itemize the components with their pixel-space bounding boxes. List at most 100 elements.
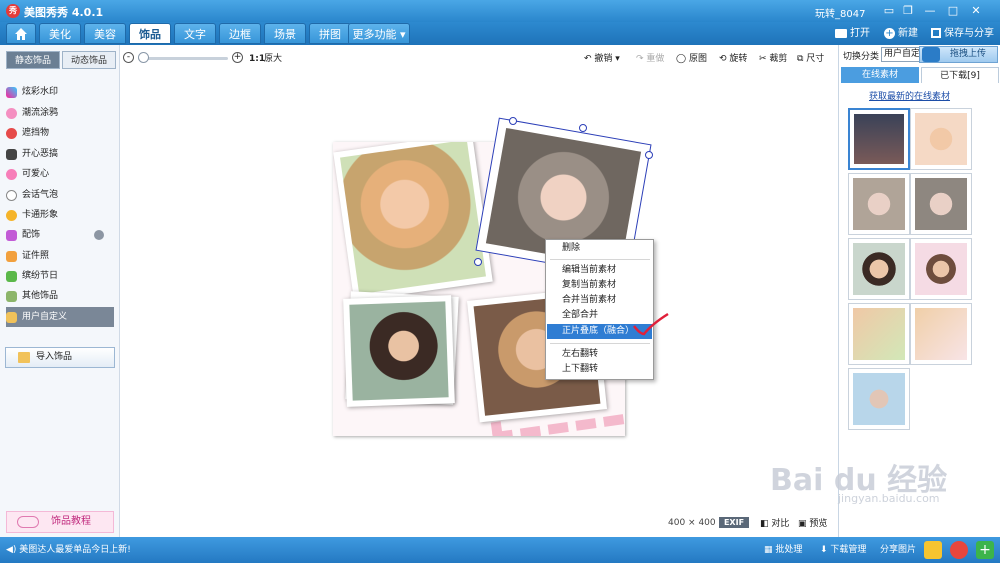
photo-sticker-brunette[interactable] (343, 295, 455, 407)
category-item-user-defined[interactable]: 用户自定义 (6, 307, 114, 327)
category-item[interactable]: 缤纷节日 (6, 266, 114, 286)
material-thumbnail[interactable] (848, 368, 910, 430)
announcement[interactable]: ◀) 美图达人最爱单品今日上新! (6, 543, 131, 557)
drag-upload-button[interactable]: 拖拽上传 (919, 46, 998, 63)
tab-border[interactable]: 边框 (219, 23, 261, 44)
thumbnail-image (915, 308, 967, 360)
compare-label: 对比 (771, 519, 790, 529)
close-button[interactable]: ✕ (968, 3, 984, 18)
category-item[interactable]: 卡通形象 (6, 205, 114, 225)
user-name[interactable]: 玩转_8047 (815, 5, 865, 20)
new-button[interactable]: + 新建 (884, 25, 928, 42)
category-item[interactable]: 可爱心 (6, 164, 114, 184)
tab-face[interactable]: 美容 (84, 23, 126, 44)
rotate-handle[interactable] (579, 124, 587, 132)
resize-handle[interactable] (474, 258, 482, 266)
resize-handle[interactable] (645, 151, 653, 159)
redo-button[interactable]: ↷ 重做 (636, 50, 664, 68)
menu-item-flip-horizontal[interactable]: 左右翻转 (547, 347, 652, 362)
original-image-button[interactable]: ◯ 原图 (676, 50, 707, 68)
minimize-button[interactable]: — (922, 3, 938, 18)
menu-item-flip-vertical[interactable]: 上下翻转 (547, 362, 652, 377)
save-share-button[interactable]: 保存与分享 (931, 25, 997, 42)
app-title: 美图秀秀 4.0.1 (24, 6, 104, 19)
undo-button[interactable]: ↶ 撤销 ▾ (584, 50, 620, 68)
photo-sticker-blonde[interactable] (333, 142, 493, 302)
zoom-out-icon[interactable]: - (123, 52, 134, 63)
category-item[interactable]: 遮挡物 (6, 123, 114, 143)
tab-static-accessories[interactable]: 静态饰品 (6, 51, 60, 69)
resize-button[interactable]: ⧉ 尺寸 (797, 50, 824, 68)
category-label: 证件照 (22, 251, 50, 261)
accessory-tutorial-button[interactable]: 饰品教程 (6, 511, 114, 533)
heart-icon (6, 169, 17, 180)
category-label: 配饰 (22, 230, 41, 240)
tab-accessories[interactable]: 饰品 (129, 23, 171, 44)
tab-downloaded[interactable]: 已下载[9] (921, 67, 999, 83)
thumbnail-image (853, 308, 905, 360)
zoom-actual-button[interactable]: 1:1 (249, 50, 265, 68)
download-manager-button[interactable]: ⬇ 下载管理 (820, 543, 866, 557)
batch-process-button[interactable]: ▦ 批处理 (764, 543, 802, 557)
material-thumbnail[interactable] (848, 108, 910, 170)
material-thumbnail[interactable] (848, 238, 910, 300)
category-item[interactable]: 会话气泡 (6, 185, 114, 205)
material-thumbnail[interactable] (848, 303, 910, 365)
watermark-icon (6, 87, 17, 98)
category-label: 会话气泡 (22, 190, 59, 200)
crop-button[interactable]: ✂ 裁剪 (759, 50, 787, 68)
bow-icon (6, 230, 17, 241)
menu-item-merge-current[interactable]: 合并当前素材 (547, 293, 652, 308)
category-item[interactable]: 其他饰品 (6, 286, 114, 306)
menu-item-copy-current[interactable]: 复制当前素材 (547, 278, 652, 293)
weibo-icon[interactable] (950, 541, 968, 559)
import-icon (18, 352, 30, 363)
zoom-slider-handle[interactable] (138, 52, 149, 63)
zoom-original-label[interactable]: 原大 (264, 50, 282, 68)
tab-animated-accessories[interactable]: 动态饰品 (62, 51, 116, 69)
tab-collage[interactable]: 拼图 (309, 23, 351, 44)
tab-beautify[interactable]: 美化 (39, 23, 81, 44)
category-item[interactable]: 证件照 (6, 246, 114, 266)
category-label: 开心恶搞 (22, 149, 59, 159)
category-item[interactable]: 潮流涂鸦 (6, 103, 114, 123)
menu-item-edit-current[interactable]: 编辑当前素材 (547, 263, 652, 278)
compare-button[interactable]: ◧ 对比 (760, 516, 789, 529)
category-item[interactable]: 炫彩水印 (6, 82, 114, 102)
tab-more-features[interactable]: 更多功能 ▾ (348, 23, 410, 44)
material-thumbnail[interactable] (910, 173, 972, 235)
import-accessory-button[interactable]: 导入饰品 (5, 347, 115, 368)
tab-scene[interactable]: 场景 (264, 23, 306, 44)
fetch-latest-link[interactable]: 获取最新的在线素材 (869, 89, 950, 102)
add-share-icon[interactable]: + (976, 541, 994, 559)
resize-handle[interactable] (509, 117, 517, 125)
material-thumbnail[interactable] (910, 108, 972, 170)
holiday-icon (6, 271, 17, 282)
category-item[interactable]: 开心恶搞 (6, 144, 114, 164)
zoom-slider-track[interactable] (138, 57, 228, 60)
tab-online-materials[interactable]: 在线素材 (841, 67, 919, 83)
menu-icon[interactable]: ❐ (900, 3, 916, 18)
category-select[interactable]: 用户自定 (881, 47, 921, 62)
open-button[interactable]: 打开 (835, 25, 877, 42)
tab-text[interactable]: 文字 (174, 23, 216, 44)
category-item[interactable]: 配饰 (6, 225, 114, 245)
star-share-icon[interactable] (924, 541, 942, 559)
tab-home[interactable] (6, 23, 36, 44)
preview-button[interactable]: ▣ 预览 (798, 516, 827, 529)
maximize-button[interactable]: □ (945, 3, 961, 18)
material-thumbnail[interactable] (848, 173, 910, 235)
app-logo-icon: 秀 (6, 4, 20, 18)
preview-icon: ▣ (798, 519, 810, 529)
material-thumbnail[interactable] (910, 303, 972, 365)
rotate-button[interactable]: ⟲ 旋转 (719, 50, 747, 68)
zoom-in-icon[interactable]: + (232, 52, 243, 63)
open-label: 打开 (850, 28, 870, 39)
id-photo-icon (6, 251, 17, 262)
menu-item-delete[interactable]: 删除 (547, 241, 652, 256)
upload-icon (922, 47, 940, 62)
material-thumbnail[interactable] (910, 238, 972, 300)
skin-icon[interactable]: ▭ (881, 3, 897, 18)
exif-badge[interactable]: EXIF (719, 517, 749, 528)
category-label: 潮流涂鸦 (22, 108, 59, 118)
